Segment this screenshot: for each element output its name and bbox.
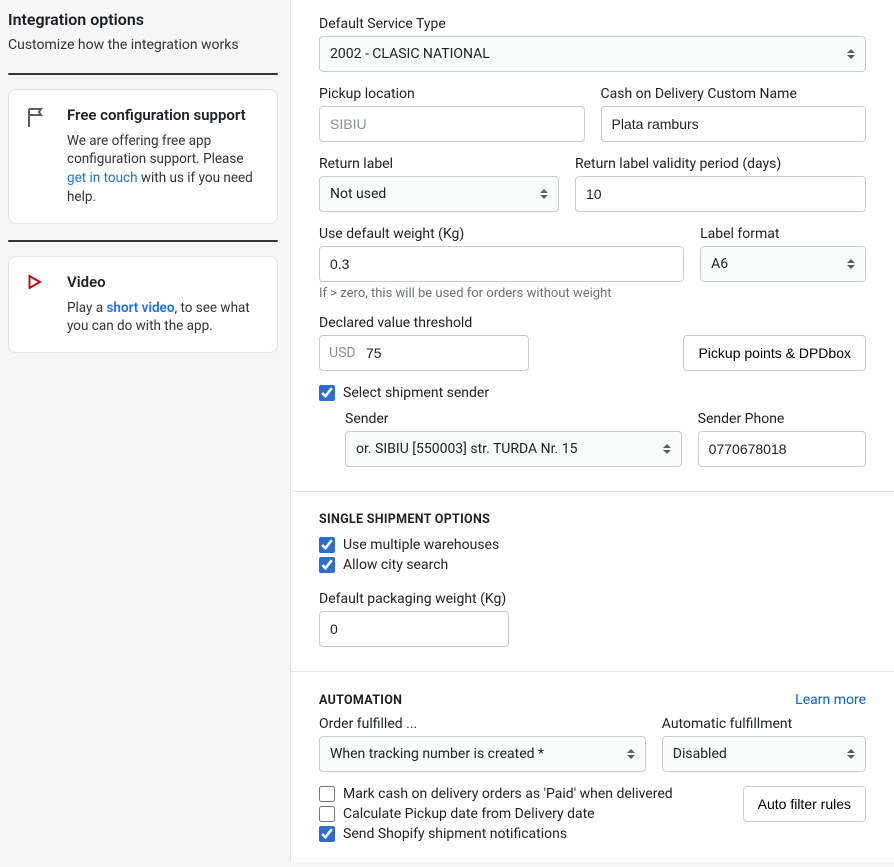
pickup-points-button[interactable]: Pickup points & DPDbox (683, 335, 866, 371)
automation-title: AUTOMATION (319, 693, 402, 708)
order-fulfilled-label: Order fulfilled ... (319, 716, 646, 732)
multi-warehouse-checkbox[interactable] (319, 537, 335, 553)
service-type-select[interactable]: 2002 - CLASIC NATIONAL (319, 36, 866, 72)
declared-value-label: Declared value threshold (319, 315, 866, 331)
chevron-updown-icon (847, 49, 855, 59)
select-sender-label: Select shipment sender (343, 385, 489, 401)
support-card: Free configuration support We are offeri… (8, 89, 278, 224)
support-heading: Free configuration support (67, 106, 261, 126)
support-text: We are offering free app configuration s… (67, 132, 261, 208)
video-text: Play a short video, to see what you can … (67, 299, 261, 337)
video-heading: Video (67, 273, 261, 293)
pickup-location-label: Pickup location (319, 86, 585, 102)
city-search-checkbox[interactable] (319, 557, 335, 573)
chevron-updown-icon (540, 189, 548, 199)
mark-cod-checkbox[interactable] (319, 786, 335, 802)
sender-phone-input[interactable] (698, 431, 866, 467)
get-in-touch-link[interactable]: get in touch (67, 170, 138, 186)
send-notif-label: Send Shopify shipment notifications (343, 826, 567, 842)
video-card: Video Play a short video, to see what yo… (8, 256, 278, 353)
calc-pickup-checkbox[interactable] (319, 806, 335, 822)
chevron-updown-icon (847, 749, 855, 759)
city-search-label: Allow city search (343, 557, 448, 573)
sender-phone-label: Sender Phone (698, 411, 866, 427)
learn-more-link[interactable]: Learn more (795, 692, 866, 708)
sidebar-title: Integration options (8, 10, 282, 29)
sender-select[interactable]: or. SIBIU [550003] str. TURDA Nr. 15 (345, 431, 682, 467)
label-format-label: Label format (700, 226, 866, 242)
mark-cod-label: Mark cash on delivery orders as 'Paid' w… (343, 786, 673, 802)
return-label-label: Return label (319, 156, 559, 172)
service-type-label: Default Service Type (319, 16, 866, 32)
chevron-updown-icon (847, 259, 855, 269)
divider (8, 240, 278, 242)
calc-pickup-label: Calculate Pickup date from Delivery date (343, 806, 595, 822)
pkg-weight-label: Default packaging weight (Kg) (319, 591, 866, 607)
default-weight-label: Use default weight (Kg) (319, 226, 684, 242)
return-validity-input[interactable] (575, 176, 866, 212)
auto-fulfillment-select[interactable]: Disabled (662, 736, 866, 772)
short-video-link[interactable]: short video (106, 300, 174, 316)
chevron-updown-icon (627, 749, 635, 759)
flag-icon (25, 106, 53, 207)
pickup-location-input[interactable] (319, 106, 585, 142)
return-label-select[interactable]: Not used (319, 176, 559, 212)
send-notif-checkbox[interactable] (319, 826, 335, 842)
currency-prefix: USD (329, 345, 356, 361)
order-fulfilled-select[interactable]: When tracking number is created * (319, 736, 646, 772)
cod-name-label: Cash on Delivery Custom Name (601, 86, 867, 102)
multi-warehouse-label: Use multiple warehouses (343, 537, 499, 553)
chevron-updown-icon (663, 444, 671, 454)
divider (8, 73, 278, 75)
cod-name-input[interactable] (601, 106, 867, 142)
label-format-select[interactable]: A6 (700, 246, 866, 282)
auto-fulfillment-label: Automatic fulfillment (662, 716, 866, 732)
sidebar-subtitle: Customize how the integration works (8, 37, 282, 53)
sidebar: Integration options Customize how the in… (0, 0, 290, 862)
pkg-weight-input[interactable] (319, 611, 509, 647)
default-weight-input[interactable] (319, 246, 684, 282)
single-shipment-title: SINGLE SHIPMENT OPTIONS (319, 512, 866, 527)
main-form: Default Service Type 2002 - CLASIC NATIO… (290, 0, 894, 862)
select-sender-checkbox[interactable] (319, 385, 335, 401)
play-icon (25, 273, 53, 336)
return-validity-label: Return label validity period (days) (575, 156, 866, 172)
sender-label: Sender (345, 411, 682, 427)
auto-filter-rules-button[interactable]: Auto filter rules (743, 786, 866, 822)
default-weight-hint: If > zero, this will be used for orders … (319, 286, 866, 301)
